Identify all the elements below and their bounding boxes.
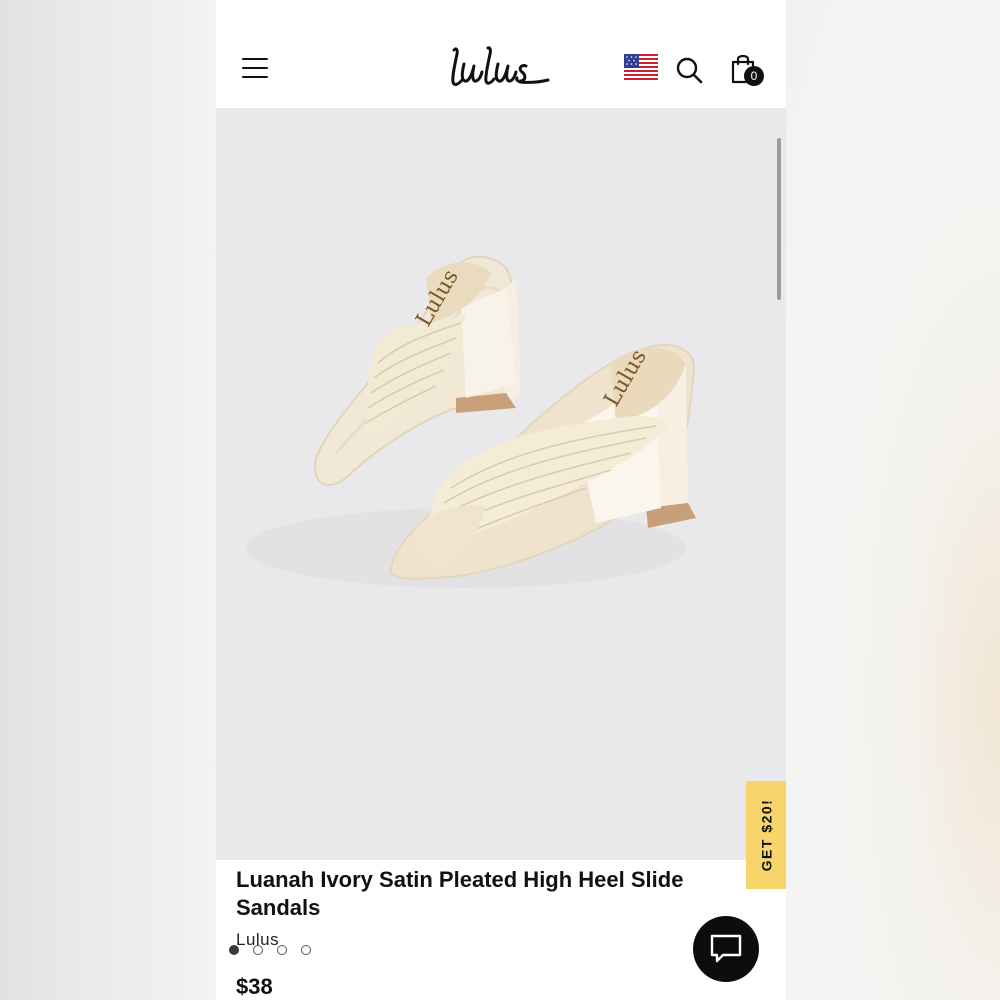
promo-label: GET $20! (758, 798, 775, 872)
site-header: 0 (216, 0, 786, 108)
product-title: Luanah Ivory Satin Pleated High Heel Sli… (236, 867, 684, 920)
product-brand[interactable]: Lulus (236, 930, 279, 950)
page-background-right (786, 0, 1000, 1000)
chat-button[interactable] (693, 916, 759, 982)
scrollbar-thumb[interactable] (777, 138, 781, 300)
cart-count-badge[interactable]: 0 (744, 66, 764, 86)
get-discount-tab[interactable]: GET $20! (746, 781, 786, 889)
chat-bubble-icon (710, 934, 742, 963)
product-image-carousel[interactable]: Lulus Lulus (216, 108, 786, 955)
us-flag-icon[interactable] (624, 54, 658, 80)
product-photo: Lulus Lulus (246, 255, 696, 588)
carousel-dot-4[interactable] (301, 945, 311, 955)
lulus-logo[interactable] (448, 42, 552, 90)
search-icon[interactable] (675, 56, 703, 84)
page-background-left (0, 0, 216, 1000)
hamburger-menu-icon[interactable] (242, 58, 268, 80)
product-price: $38 (236, 974, 273, 999)
mobile-page: 0 Lulus Lulus GET $20! Luanah Ivory Sati… (216, 0, 786, 1000)
